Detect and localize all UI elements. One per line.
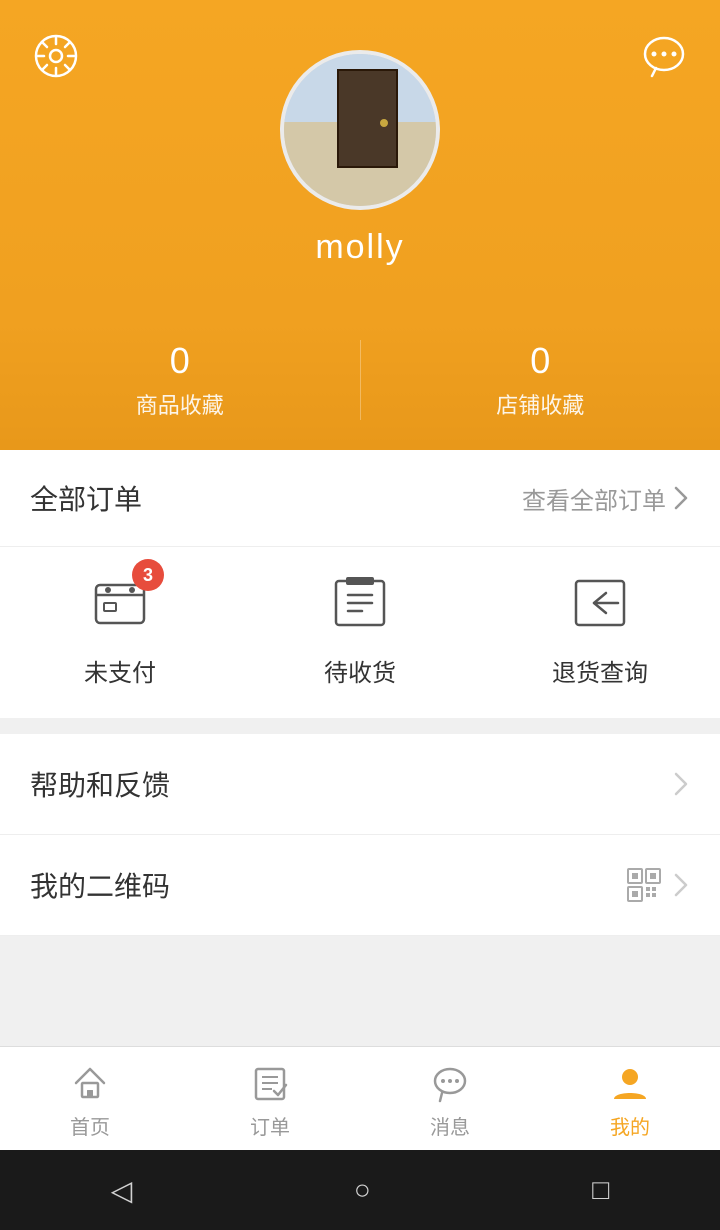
store-favorites-stat[interactable]: 0 店铺收藏 bbox=[360, 340, 720, 420]
unpaid-icon-wrapper: 3 bbox=[84, 567, 156, 639]
nav-orders[interactable]: 订单 bbox=[180, 1063, 360, 1140]
view-all-orders-button[interactable]: 查看全部订单 bbox=[522, 481, 690, 516]
unpaid-label: 未支付 bbox=[84, 653, 156, 688]
goods-favorites-number: 0 bbox=[170, 340, 190, 382]
my-qrcode-item[interactable]: 我的二维码 bbox=[0, 835, 720, 936]
home-icon bbox=[70, 1063, 110, 1103]
avatar[interactable] bbox=[280, 50, 440, 210]
chat-button[interactable] bbox=[638, 30, 690, 82]
help-feedback-item[interactable]: 帮助和反馈 bbox=[0, 734, 720, 835]
orders-header: 全部订单 查看全部订单 bbox=[0, 450, 720, 547]
my-qrcode-right bbox=[626, 867, 690, 903]
unpaid-badge: 3 bbox=[132, 559, 164, 591]
help-feedback-left: 帮助和反馈 bbox=[30, 764, 170, 804]
qr-code-icon bbox=[626, 867, 662, 903]
profile-section: molly bbox=[0, 0, 720, 320]
orders-section: 全部订单 查看全部订单 3 未支付 bbox=[0, 450, 720, 718]
android-recent-button[interactable]: □ bbox=[592, 1174, 609, 1206]
settings-button[interactable] bbox=[30, 30, 82, 82]
pending-receipt-button[interactable]: 待收货 bbox=[240, 567, 480, 688]
avatar-image bbox=[284, 54, 436, 206]
nav-messages[interactable]: 消息 bbox=[360, 1063, 540, 1140]
messages-icon bbox=[430, 1063, 470, 1103]
username: molly bbox=[315, 228, 404, 267]
orders-icon bbox=[250, 1063, 290, 1103]
nav-home[interactable]: 首页 bbox=[0, 1063, 180, 1140]
nav-messages-label: 消息 bbox=[430, 1111, 470, 1140]
my-qrcode-left: 我的二维码 bbox=[30, 865, 170, 905]
nav-mine[interactable]: 我的 bbox=[540, 1063, 720, 1140]
android-nav-bar: ◁ ○ □ bbox=[0, 1150, 720, 1230]
pending-receipt-icon-wrapper bbox=[324, 567, 396, 639]
return-query-icon-wrapper bbox=[564, 567, 636, 639]
store-favorites-number: 0 bbox=[530, 340, 550, 382]
return-query-button[interactable]: 退货查询 bbox=[480, 567, 720, 688]
android-back-button[interactable]: ◁ bbox=[111, 1174, 133, 1207]
help-feedback-label: 帮助和反馈 bbox=[30, 764, 170, 804]
android-home-button[interactable]: ○ bbox=[354, 1174, 371, 1206]
orders-title: 全部订单 bbox=[30, 478, 142, 518]
store-favorites-label: 店铺收藏 bbox=[496, 388, 584, 420]
mine-icon bbox=[610, 1063, 650, 1103]
pending-receipt-label: 待收货 bbox=[324, 653, 396, 688]
return-query-label: 退货查询 bbox=[552, 653, 648, 688]
nav-mine-label: 我的 bbox=[610, 1111, 650, 1140]
help-feedback-right bbox=[672, 770, 690, 798]
goods-favorites-stat[interactable]: 0 商品收藏 bbox=[0, 340, 360, 420]
order-types: 3 未支付 待收货 bbox=[0, 547, 720, 718]
section-divider bbox=[0, 718, 720, 734]
my-qrcode-label: 我的二维码 bbox=[30, 865, 170, 905]
view-all-orders-label: 查看全部订单 bbox=[522, 481, 666, 516]
goods-favorites-label: 商品收藏 bbox=[136, 388, 224, 420]
unpaid-orders-button[interactable]: 3 未支付 bbox=[0, 567, 240, 688]
stats-bar: 0 商品收藏 0 店铺收藏 bbox=[0, 320, 720, 450]
nav-orders-label: 订单 bbox=[250, 1111, 290, 1140]
bottom-nav: 首页 订单 消息 我的 bbox=[0, 1046, 720, 1150]
nav-home-label: 首页 bbox=[70, 1111, 110, 1140]
